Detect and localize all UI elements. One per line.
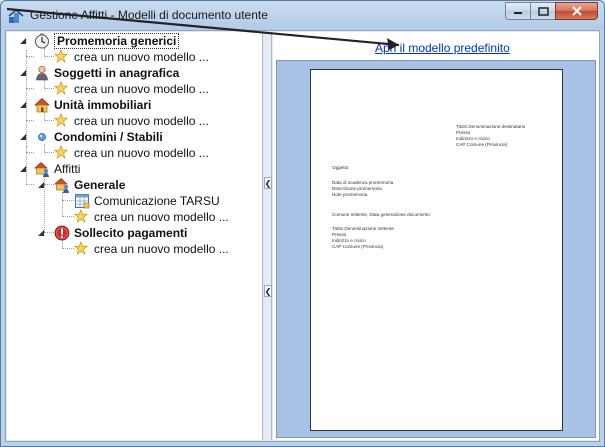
tree-item-label: crea un nuovo modello ... bbox=[74, 82, 209, 96]
collapse-toggle[interactable]: ◢ bbox=[20, 164, 29, 173]
maximize-button[interactable] bbox=[530, 2, 555, 20]
close-icon bbox=[571, 6, 582, 16]
minimize-icon bbox=[514, 12, 522, 14]
house-people-icon bbox=[34, 161, 50, 177]
building-icon bbox=[34, 129, 50, 145]
tree-item-label: Soggetti in anagrafica bbox=[54, 66, 180, 80]
preview-pane: Apri il modello predefinito Titolo Denom… bbox=[273, 32, 599, 440]
collapse-toggle[interactable]: ◢ bbox=[38, 180, 47, 189]
preview-line: Comune mittente, Data generazione docume… bbox=[332, 212, 430, 217]
person-icon bbox=[34, 65, 50, 81]
tree-item-create-new-template[interactable]: crea un nuovo modello ... bbox=[53, 112, 209, 129]
star-icon bbox=[73, 240, 90, 257]
tree-item-label: Unità immobiliari bbox=[54, 98, 152, 112]
open-default-template-link[interactable]: Apri il modello predefinito bbox=[375, 41, 510, 55]
tree-item-condomini-stabili[interactable]: Condomini / Stabili bbox=[34, 129, 163, 145]
chevron-left-icon: ❮ bbox=[264, 178, 272, 188]
collapse-toggle[interactable]: ◢ bbox=[20, 36, 29, 45]
document-page: Titolo Denominazione destinatario Presso… bbox=[310, 69, 563, 431]
tree-item-label: Affitti bbox=[54, 162, 81, 176]
document-grid-icon bbox=[74, 193, 90, 209]
preview-line: Note promemoria bbox=[332, 192, 368, 197]
tree-item-comunicazione-tarsu[interactable]: Comunicazione TARSU bbox=[74, 193, 220, 209]
tree-item-label: crea un nuovo modello ... bbox=[74, 146, 209, 160]
chevron-left-icon: ❮ bbox=[264, 286, 272, 296]
title-bar[interactable]: Gestione Affitti - Modelli di documento … bbox=[1, 1, 604, 29]
tree-item-label: Promemoria generici bbox=[54, 33, 180, 49]
collapse-toggle[interactable]: ◢ bbox=[20, 68, 29, 77]
pane-splitter[interactable]: ❮ ❮ bbox=[264, 32, 272, 440]
tree-item-label: Generale bbox=[74, 178, 126, 192]
tree-item-label: Condomini / Stabili bbox=[54, 130, 163, 144]
preview-line: Oggetto: bbox=[332, 165, 350, 170]
document-preview: Titolo Denominazione destinatario Presso… bbox=[276, 60, 596, 438]
tree-item-create-new-template[interactable]: crea un nuovo modello ... bbox=[73, 240, 229, 257]
tree-item-label: crea un nuovo modello ... bbox=[74, 50, 209, 64]
house-people-icon bbox=[54, 177, 70, 193]
tree-item-label: Comunicazione TARSU bbox=[94, 194, 220, 208]
collapse-toggle[interactable]: ◢ bbox=[20, 100, 29, 109]
tree-item-label: crea un nuovo modello ... bbox=[94, 242, 229, 256]
tree-item-generale[interactable]: Generale bbox=[54, 177, 125, 193]
maximize-icon bbox=[537, 6, 549, 16]
star-icon bbox=[53, 144, 70, 161]
star-icon bbox=[53, 80, 70, 97]
app-window: Gestione Affitti - Modelli di documento … bbox=[0, 0, 605, 447]
tree-item-affitti[interactable]: Affitti bbox=[34, 161, 80, 177]
close-button[interactable] bbox=[555, 2, 598, 20]
tree-item-create-new-template[interactable]: crea un nuovo modello ... bbox=[73, 208, 229, 225]
warning-icon bbox=[54, 225, 70, 241]
star-icon bbox=[53, 112, 70, 129]
window-title: Gestione Affitti - Modelli di documento … bbox=[30, 8, 268, 22]
tree-item-create-new-template[interactable]: crea un nuovo modello ... bbox=[53, 144, 209, 161]
tree-item-soggetti-anagrafica[interactable]: Soggetti in anagrafica bbox=[34, 65, 179, 81]
minimize-button[interactable] bbox=[505, 2, 530, 20]
tree-item-create-new-template[interactable]: crea un nuovo modello ... bbox=[53, 48, 209, 65]
collapse-left-pane-button[interactable]: ❮ bbox=[264, 177, 272, 189]
preview-line: CAP Comune (Provincia) bbox=[456, 142, 508, 147]
star-icon bbox=[73, 208, 90, 225]
house-icon bbox=[34, 97, 50, 113]
tree-item-promemoria-generici[interactable]: Promemoria generici bbox=[34, 33, 180, 49]
tree-item-label: crea un nuovo modello ... bbox=[74, 114, 209, 128]
star-icon bbox=[53, 48, 70, 65]
tree-item-create-new-template[interactable]: crea un nuovo modello ... bbox=[53, 80, 209, 97]
app-logo-icon bbox=[8, 8, 24, 24]
collapse-toggle[interactable]: ◢ bbox=[38, 228, 47, 237]
template-tree[interactable]: ◢ Promemoria generici crea un nuovo mode… bbox=[7, 32, 263, 440]
tree-item-unita-immobiliari[interactable]: Unità immobiliari bbox=[34, 97, 151, 113]
preview-line: CAP Comune (Provincia) bbox=[332, 244, 384, 249]
client-area: ◢ Promemoria generici crea un nuovo mode… bbox=[5, 30, 600, 442]
collapse-right-pane-button[interactable]: ❮ bbox=[264, 285, 272, 297]
clock-icon bbox=[34, 33, 50, 49]
collapse-toggle[interactable]: ◢ bbox=[20, 132, 29, 141]
tree-item-label: Sollecito pagamenti bbox=[74, 226, 188, 240]
tree-item-label: crea un nuovo modello ... bbox=[94, 210, 229, 224]
tree-item-sollecito-pagamenti[interactable]: Sollecito pagamenti bbox=[54, 225, 187, 241]
